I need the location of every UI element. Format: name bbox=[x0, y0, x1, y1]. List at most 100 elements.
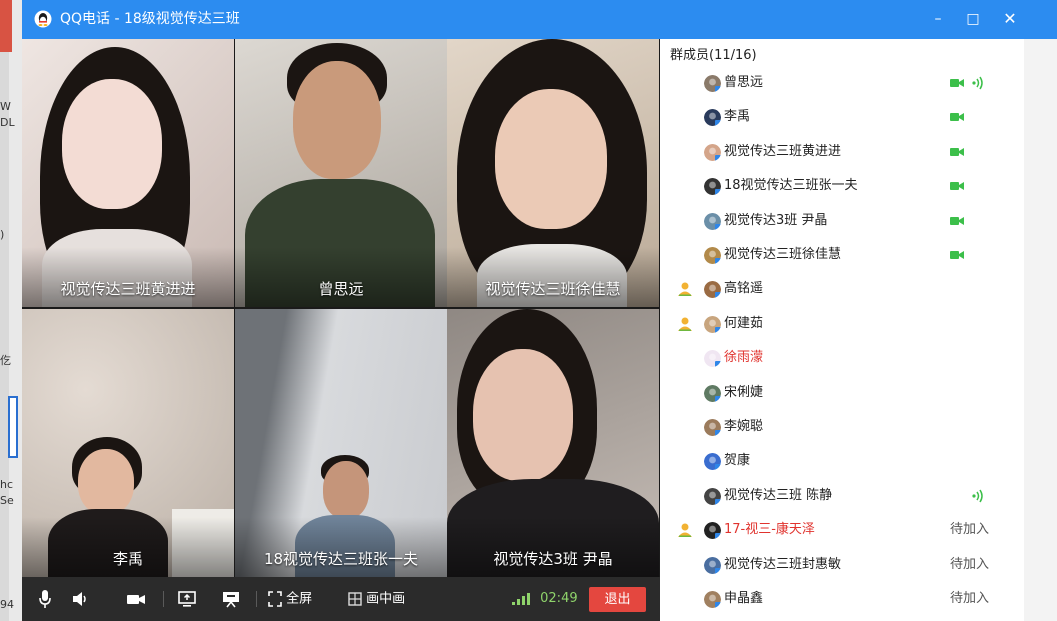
member-avatar bbox=[704, 488, 721, 505]
call-status: 02:49 bbox=[512, 589, 578, 609]
camera-on-icon bbox=[950, 182, 964, 190]
member-row[interactable]: 贺康 bbox=[660, 445, 1024, 479]
member-row[interactable]: 17-视三-康天泽 待加入 bbox=[660, 514, 1024, 548]
call-timer: 02:49 bbox=[540, 591, 578, 606]
video-tile[interactable]: 18视觉传达三班张一夫 bbox=[235, 309, 447, 577]
speaking-icon bbox=[972, 76, 983, 90]
member-row[interactable]: 徐雨濛 bbox=[660, 342, 1024, 376]
member-name: 视觉传达三班徐佳慧 bbox=[724, 247, 842, 262]
member-avatar bbox=[704, 213, 721, 230]
fullscreen-icon bbox=[268, 591, 282, 607]
presentation-button[interactable] bbox=[222, 589, 240, 609]
member-name: 贺康 bbox=[724, 453, 751, 468]
member-avatar bbox=[704, 591, 721, 608]
camera-on-icon bbox=[950, 251, 964, 259]
picture-in-picture-button[interactable]: 画中画 bbox=[348, 589, 405, 609]
pending-status: 待加入 bbox=[950, 522, 990, 537]
member-count-header: 群成员(11/16) bbox=[670, 48, 757, 63]
member-role-icon bbox=[678, 523, 692, 537]
desktop-text-fragment: hc bbox=[0, 478, 14, 491]
member-name: 视觉传达三班黄进进 bbox=[724, 144, 842, 159]
video-tile[interactable]: 李禹 bbox=[22, 309, 234, 577]
member-row[interactable]: 视觉传达三班黄进进 bbox=[660, 136, 1024, 170]
member-row[interactable]: 视觉传达3班 尹晶 bbox=[660, 205, 1024, 239]
member-avatar bbox=[704, 453, 721, 470]
divider bbox=[163, 591, 164, 607]
video-grid: 视觉传达三班黄进进 曾思远 视觉传达三班徐佳慧 李禹 18视觉传达三班张一夫 视… bbox=[22, 39, 660, 577]
window-title: QQ电话 - 18级视觉传达三班 bbox=[60, 11, 240, 27]
signal-strength-icon bbox=[512, 592, 530, 605]
member-row[interactable]: 宋俐婕 bbox=[660, 377, 1024, 411]
video-tile[interactable]: 视觉传达三班徐佳慧 bbox=[447, 39, 659, 307]
video-tile[interactable]: 视觉传达3班 尹晶 bbox=[447, 309, 659, 577]
tile-name: 视觉传达三班黄进进 bbox=[60, 280, 196, 298]
member-row[interactable]: 曾思远 bbox=[660, 67, 1024, 101]
pip-icon bbox=[348, 592, 362, 606]
member-role-icon bbox=[678, 282, 692, 296]
camera-on-icon bbox=[950, 148, 964, 156]
tile-name: 曾思远 bbox=[318, 280, 364, 298]
presentation-icon bbox=[223, 592, 239, 608]
member-avatar bbox=[704, 178, 721, 195]
microphone-button[interactable] bbox=[38, 589, 52, 609]
tile-name: 18视觉传达三班张一夫 bbox=[263, 550, 419, 568]
desktop-text-fragment: 仡 bbox=[0, 354, 11, 367]
member-row[interactable]: 视觉传达三班 陈静 bbox=[660, 480, 1024, 514]
member-row[interactable]: 高铭遥 bbox=[660, 273, 1024, 307]
desktop-text-fragment: 94 bbox=[0, 598, 14, 611]
member-row[interactable]: 何建茹 bbox=[660, 308, 1024, 342]
member-avatar bbox=[704, 316, 721, 333]
member-row[interactable]: 李婉聪 bbox=[660, 411, 1024, 445]
member-name: 徐雨濛 bbox=[724, 350, 764, 365]
member-avatar bbox=[704, 144, 721, 161]
person-face bbox=[62, 79, 162, 209]
desktop-text-fragment: Se bbox=[0, 494, 14, 507]
video-tile[interactable]: 视觉传达三班黄进进 bbox=[22, 39, 234, 307]
tile-name: 视觉传达3班 尹晶 bbox=[493, 550, 613, 568]
member-avatar bbox=[704, 281, 721, 298]
pending-status: 待加入 bbox=[950, 557, 990, 572]
member-row[interactable]: 18视觉传达三班张一夫 bbox=[660, 170, 1024, 204]
exit-call-button[interactable]: 退出 bbox=[589, 587, 646, 612]
member-row[interactable]: 申晶鑫 待加入 bbox=[660, 583, 1024, 617]
tile-name: 视觉传达三班徐佳慧 bbox=[485, 280, 621, 298]
desktop-text-fragment: ) bbox=[0, 228, 5, 241]
desktop-background: W DL ) 仡 hc Se 94 bbox=[0, 0, 22, 621]
member-avatar bbox=[704, 557, 721, 574]
member-avatar bbox=[704, 75, 721, 92]
member-name: 视觉传达三班 陈静 bbox=[724, 488, 833, 503]
desktop-strip bbox=[0, 0, 9, 621]
camera-on-icon bbox=[950, 79, 964, 87]
member-name: 李禹 bbox=[724, 109, 751, 124]
member-avatar bbox=[704, 109, 721, 126]
microphone-icon bbox=[39, 590, 51, 608]
right-edge bbox=[1024, 39, 1057, 621]
speaker-button[interactable] bbox=[72, 589, 88, 609]
camera-button[interactable] bbox=[126, 589, 146, 609]
desktop-window-fragment bbox=[8, 396, 18, 458]
qq-logo-icon bbox=[34, 10, 52, 28]
member-name: 视觉传达3班 尹晶 bbox=[724, 213, 828, 228]
speaker-icon bbox=[73, 592, 86, 606]
video-tile[interactable]: 曾思远 bbox=[235, 39, 447, 307]
close-button[interactable]: ✕ bbox=[997, 7, 1023, 31]
share-screen-button[interactable] bbox=[178, 589, 196, 609]
desktop-red-icon bbox=[0, 0, 12, 52]
person-face bbox=[473, 349, 573, 481]
member-row[interactable]: 李禹 bbox=[660, 101, 1024, 135]
member-name: 视觉传达三班封惠敏 bbox=[724, 557, 842, 572]
pending-status: 待加入 bbox=[950, 591, 990, 606]
fullscreen-button[interactable]: 全屏 bbox=[268, 589, 312, 609]
title-bar[interactable]: QQ电话 - 18级视觉传达三班 – □ ✕ bbox=[22, 0, 1057, 39]
maximize-button[interactable]: □ bbox=[960, 7, 986, 31]
camera-on-icon bbox=[950, 217, 964, 225]
member-avatar bbox=[704, 350, 721, 367]
fullscreen-label: 全屏 bbox=[286, 591, 313, 607]
minimize-button[interactable]: – bbox=[925, 7, 951, 31]
member-avatar bbox=[704, 385, 721, 402]
member-row[interactable]: 视觉传达三班徐佳慧 bbox=[660, 239, 1024, 273]
member-avatar bbox=[704, 522, 721, 539]
pip-label: 画中画 bbox=[366, 591, 406, 607]
member-row[interactable]: 视觉传达三班封惠敏 待加入 bbox=[660, 549, 1024, 583]
member-avatar bbox=[704, 419, 721, 436]
